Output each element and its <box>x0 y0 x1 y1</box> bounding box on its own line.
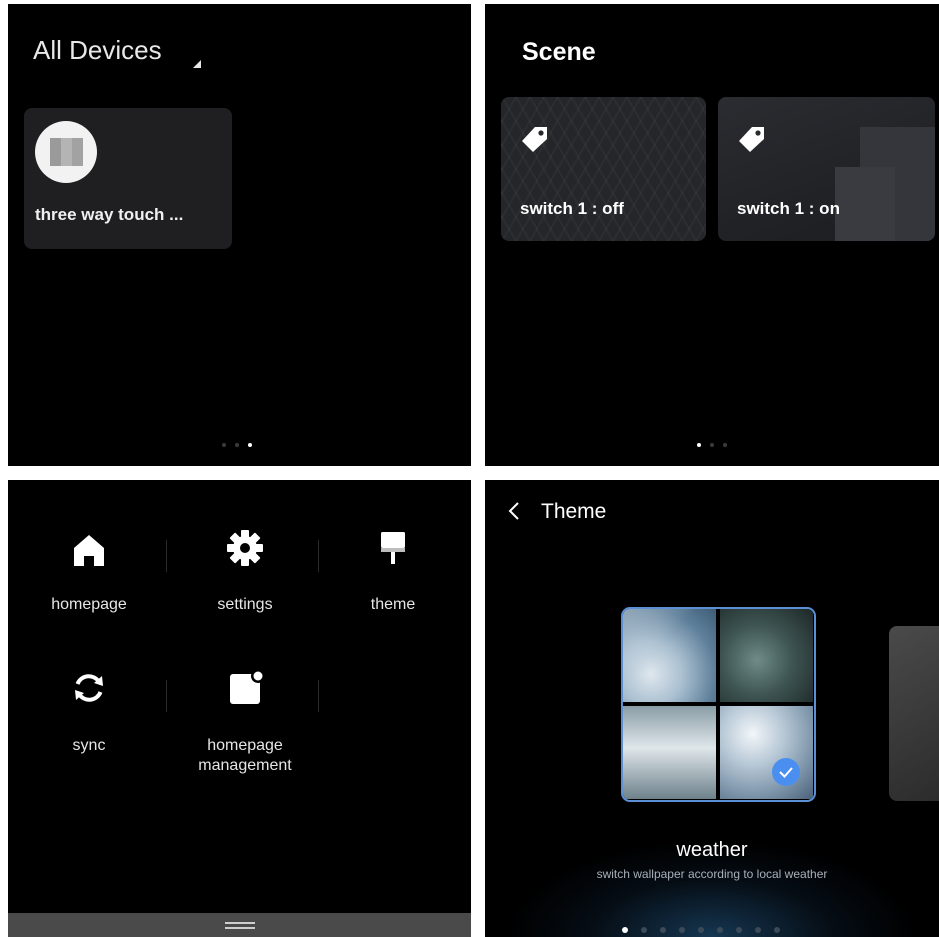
scene-title: Scene <box>522 38 596 66</box>
homepage-management-icon <box>230 669 265 704</box>
drag-handle-icon[interactable] <box>225 927 255 929</box>
page-dot <box>723 443 727 447</box>
back-arrow-icon[interactable] <box>507 500 521 522</box>
weather-tile-image <box>623 706 716 799</box>
scene-screen: Scene switch 1 : off switch 1 : on <box>485 4 939 466</box>
page-dot-active <box>248 443 252 447</box>
page-dot <box>736 927 742 933</box>
tag-icon <box>739 127 764 152</box>
all-devices-title[interactable]: All Devices <box>33 35 162 66</box>
weather-tile-image <box>720 609 813 702</box>
menu-label: homepage <box>51 596 127 613</box>
tag-icon <box>522 127 547 152</box>
menu-label: sync <box>72 737 106 754</box>
theme-title: Theme <box>541 500 607 523</box>
page-dot <box>222 443 226 447</box>
device-avatar-icon <box>35 121 97 183</box>
paint-roller-icon <box>381 532 405 564</box>
page-dot <box>235 443 239 447</box>
menu-label: theme <box>370 596 416 613</box>
page-dot <box>641 927 647 933</box>
divider <box>166 540 167 572</box>
theme-card-next[interactable] <box>889 626 939 801</box>
menu-label: settings <box>217 596 273 613</box>
check-icon <box>772 758 800 786</box>
scene-card[interactable]: switch 1 : on <box>718 97 935 241</box>
theme-name: weather <box>676 839 748 861</box>
menu-screen: homepage settings theme sync homepage ma… <box>8 480 471 937</box>
drag-handle-icon[interactable] <box>225 922 255 924</box>
page-dot <box>660 927 666 933</box>
menu-label: homepage management <box>198 737 292 774</box>
scene-label: switch 1 : on <box>737 199 840 218</box>
page-dot <box>755 927 761 933</box>
page-dot <box>774 927 780 933</box>
scene-label: switch 1 : off <box>520 199 624 218</box>
bottom-drawer-bar[interactable] <box>8 913 471 937</box>
theme-description: switch wallpaper according to local weat… <box>596 867 828 881</box>
divider <box>318 680 319 712</box>
device-name: three way touch ... <box>35 205 184 224</box>
device-card[interactable]: three way touch ... <box>24 108 232 249</box>
page-indicator <box>622 927 780 933</box>
page-dot-active <box>622 927 628 933</box>
dropdown-caret-icon[interactable] <box>193 60 201 68</box>
scene-card[interactable]: switch 1 : off <box>501 97 706 241</box>
weather-tile-image <box>623 609 716 702</box>
page-indicator <box>222 443 252 447</box>
page-dot-active <box>697 443 701 447</box>
gear-icon <box>227 530 263 566</box>
page-dot <box>679 927 685 933</box>
page-dot <box>710 443 714 447</box>
divider <box>166 680 167 712</box>
sync-icon <box>75 674 103 702</box>
page-indicator <box>697 443 727 447</box>
page-dot <box>698 927 704 933</box>
divider <box>318 540 319 572</box>
theme-card-selected[interactable] <box>621 607 816 802</box>
home-icon <box>74 535 104 566</box>
page-dot <box>717 927 723 933</box>
all-devices-screen: All Devices three way touch ... <box>8 4 471 466</box>
theme-screen: Theme weather switch wallpaper according… <box>485 480 939 937</box>
